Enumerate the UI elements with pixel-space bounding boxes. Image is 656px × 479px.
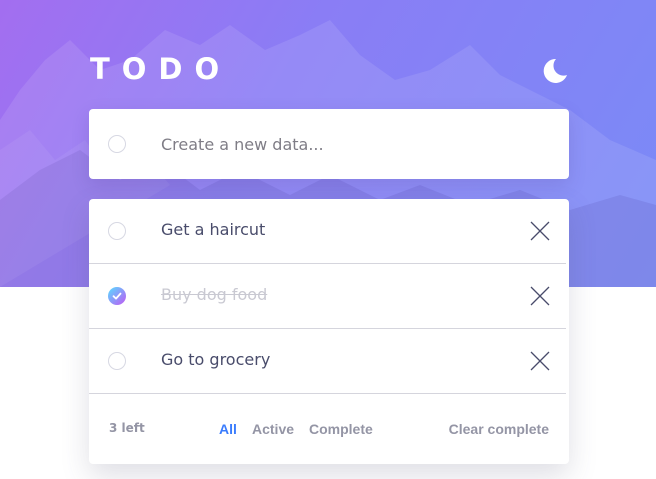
moon-icon	[543, 58, 567, 83]
close-icon	[530, 286, 550, 306]
check-icon[interactable]	[108, 287, 126, 305]
todo-item[interactable]: Get a haircut	[89, 199, 566, 264]
app-title: TODO	[90, 52, 232, 86]
todo-item[interactable]: Go to grocery	[89, 329, 566, 394]
todo-footer: 3 left All Active Complete Clear complet…	[89, 394, 569, 464]
new-todo-circle-icon[interactable]	[108, 135, 126, 153]
delete-button[interactable]	[530, 221, 550, 241]
close-icon	[530, 221, 550, 241]
new-todo-card	[89, 109, 569, 179]
filter-complete[interactable]: Complete	[309, 421, 373, 437]
filter-all[interactable]: All	[219, 421, 237, 437]
checkbox-icon[interactable]	[108, 352, 126, 370]
delete-button[interactable]	[530, 351, 550, 371]
todo-list-card: Get a haircut Buy dog food Go to grocery	[89, 199, 569, 464]
checkbox-icon[interactable]	[108, 222, 126, 240]
todo-label: Buy dog food	[161, 285, 268, 304]
filter-active[interactable]: Active	[252, 421, 294, 437]
items-left-count: 3 left	[109, 421, 145, 435]
todo-label: Go to grocery	[161, 350, 271, 369]
delete-button[interactable]	[530, 286, 550, 306]
new-todo-input[interactable]	[161, 131, 541, 157]
todo-label: Get a haircut	[161, 220, 266, 239]
todo-item[interactable]: Buy dog food	[89, 264, 566, 329]
clear-complete-button[interactable]: Clear complete	[449, 421, 549, 437]
theme-toggle-button[interactable]	[540, 56, 570, 86]
close-icon	[530, 351, 550, 371]
